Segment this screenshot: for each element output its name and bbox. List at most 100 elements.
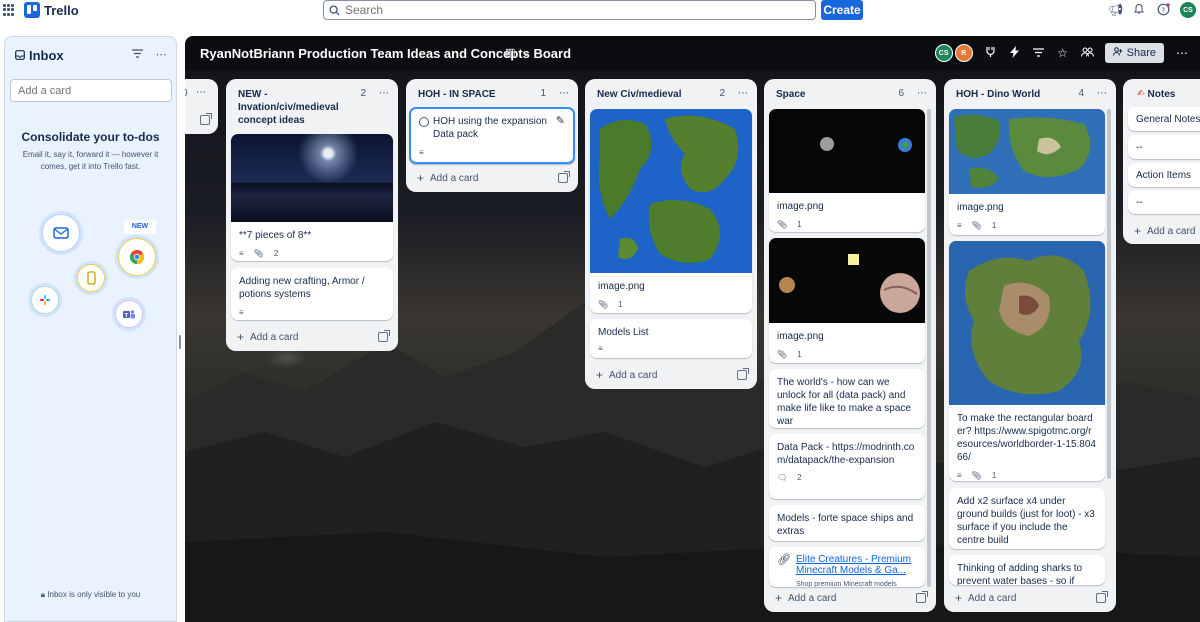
filter-icon[interactable]	[130, 48, 144, 62]
star-icon[interactable]: ☆	[1057, 46, 1069, 60]
card-template-icon[interactable]	[378, 330, 390, 342]
list-scrollbar[interactable]	[1107, 109, 1111, 479]
link-icon: 🔗︎	[777, 554, 791, 566]
card[interactable]: The world's - how can we unlock for all …	[769, 369, 925, 428]
add-card-button[interactable]: + Add a card	[596, 368, 657, 382]
inbox-header: Inbox ⋯	[15, 47, 168, 63]
share-button-label: Share	[1126, 47, 1156, 59]
list-card-count: 6	[898, 88, 904, 99]
card[interactable]: Add x2 surface x4 under ground builds (j…	[949, 488, 1105, 549]
add-card-button[interactable]: + Add a card	[417, 171, 478, 185]
list-title[interactable]: Notes	[1148, 88, 1200, 101]
automation-icon[interactable]	[1009, 45, 1021, 61]
list-menu-icon[interactable]: ⋯	[1096, 88, 1108, 99]
mobile-phone-icon	[77, 264, 105, 292]
share-button[interactable]: Share	[1104, 43, 1164, 63]
power-ups-icon[interactable]	[985, 46, 997, 61]
create-button[interactable]: Create	[821, 0, 863, 20]
list-menu-icon[interactable]: ⋯	[916, 88, 928, 99]
board-view-switcher[interactable]: ▥ ⌄	[505, 46, 531, 59]
card-template-icon[interactable]	[916, 591, 928, 603]
attachment-icon: 📎︎	[777, 220, 788, 229]
list-menu-icon[interactable]: ⋯	[196, 87, 206, 98]
add-card-button[interactable]: + Add a card	[775, 591, 836, 605]
card[interactable]: HOH using the expansion Data pack ✎ ≡	[409, 107, 575, 164]
list-new-civ-medieval: New Civ/medieval 2 ⋯ image.png 📎︎ 1 Mode…	[585, 79, 757, 389]
team-visibility-icon[interactable]	[1080, 46, 1094, 60]
list-title[interactable]: HOH - Dino World	[956, 88, 1078, 101]
card-template-icon[interactable]	[737, 368, 749, 380]
search-box[interactable]	[323, 0, 816, 20]
attachment-icon: 📎︎	[971, 471, 982, 480]
list-menu-icon[interactable]: ⋯	[737, 88, 749, 99]
card-title: To make the rectangular boarder? https:/…	[957, 413, 1096, 463]
card[interactable]: image.png ≡ 📎︎ 1	[949, 109, 1105, 235]
card[interactable]: --	[1128, 190, 1200, 214]
add-card-button[interactable]: + Add a card	[955, 591, 1016, 605]
attachment-icon: 📎︎	[777, 350, 788, 359]
card-title: Models List	[598, 327, 649, 338]
inbox-footer: 🔒︎ Inbox is only visible to you	[5, 590, 176, 600]
list-scrollbar[interactable]	[927, 109, 931, 587]
description-icon: ≡	[419, 148, 424, 157]
user-avatar[interactable]: CS	[1180, 2, 1196, 18]
search-input[interactable]	[345, 3, 785, 17]
description-icon: ≡	[957, 221, 962, 230]
list-title[interactable]: HOH - IN SPACE	[418, 88, 540, 101]
list-new-invation: NEW - Invation/civ/medieval concept idea…	[226, 79, 398, 351]
trello-logo[interactable]: Trello	[24, 2, 79, 18]
add-card-button[interactable]: + Add a card	[1134, 224, 1195, 238]
card[interactable]: Thinking of adding sharks to prevent wat…	[949, 555, 1105, 585]
member-avatar-cs[interactable]: CS	[934, 44, 953, 62]
card-cover-image	[231, 134, 393, 222]
card-link-title[interactable]: Elite Creatures - Premium Minecraft Mode…	[796, 554, 917, 576]
attachment-count: 2	[273, 249, 279, 258]
card[interactable]: Models List ≡	[590, 319, 752, 358]
help-icon[interactable]: ?	[1156, 3, 1170, 17]
card[interactable]: --	[1128, 135, 1200, 159]
card[interactable]: Action Items	[1128, 163, 1200, 187]
card-title: image.png	[777, 331, 824, 342]
card[interactable]: Adding new crafting, Armor / potions sys…	[231, 268, 393, 320]
list-card-count: 2	[719, 88, 725, 99]
list-menu-icon[interactable]: ⋯	[378, 88, 390, 99]
list-title[interactable]: NEW - Invation/civ/medieval concept idea…	[238, 88, 360, 127]
card[interactable]: To make the rectangular boarder? https:/…	[949, 241, 1105, 481]
card-template-icon[interactable]	[1096, 591, 1108, 603]
attachment-icon: 📎︎	[253, 249, 264, 258]
filter-icon[interactable]	[1033, 46, 1045, 60]
add-card-label: Add a card	[788, 592, 837, 604]
card[interactable]: Models - forte space ships and extras	[769, 505, 925, 541]
add-card-label: Add a card	[1147, 225, 1196, 237]
card[interactable]: image.png 📎︎ 1	[590, 109, 752, 313]
megaphone-icon[interactable]: 📢︎	[1108, 3, 1123, 17]
board-menu-icon[interactable]: ⋯	[1176, 46, 1188, 60]
card-template-icon[interactable]	[200, 113, 212, 125]
inbox-add-card-input[interactable]	[10, 79, 172, 102]
card[interactable]: General Notes	[1128, 107, 1200, 131]
member-avatar-r[interactable]: R	[954, 44, 973, 62]
add-card-button[interactable]: + Add a card	[237, 330, 298, 344]
card-template-icon[interactable]	[558, 171, 570, 183]
card[interactable]: image.png 📎︎ 1	[769, 109, 925, 232]
list-hoh-dino-world: HOH - Dino World 4 ⋯ image.png ≡ 📎︎ 1 To…	[944, 79, 1116, 612]
attachment-count: 1	[618, 300, 623, 309]
chevron-down-icon: ⌄	[521, 47, 531, 59]
board-members[interactable]: CS R	[934, 44, 973, 62]
card[interactable]: image.png 📎︎ 1	[769, 238, 925, 363]
inbox-more-icon[interactable]: ⋯	[154, 48, 168, 62]
list-title[interactable]: New Civ/medieval	[597, 88, 719, 101]
card[interactable]: **7 pieces of 8** ≡ 📎︎ 2	[231, 134, 393, 261]
list-menu-icon[interactable]: ⋯	[558, 88, 570, 99]
complete-checkbox-icon[interactable]	[419, 117, 429, 127]
app-switcher-icon[interactable]	[3, 4, 15, 16]
card[interactable]: 🔗︎ Elite Creatures - Premium Minecraft M…	[769, 547, 925, 587]
add-card-label: Add a card	[609, 369, 658, 381]
card-title: image.png	[957, 202, 1004, 213]
panel-resize-handle[interactable]	[179, 335, 181, 349]
card[interactable]: Data Pack - https://modrinth.com/datapac…	[769, 434, 925, 499]
list-title[interactable]: Space	[776, 88, 898, 101]
edit-icon[interactable]: ✎	[556, 115, 565, 141]
bell-icon[interactable]	[1132, 3, 1146, 17]
search-icon	[329, 4, 340, 16]
